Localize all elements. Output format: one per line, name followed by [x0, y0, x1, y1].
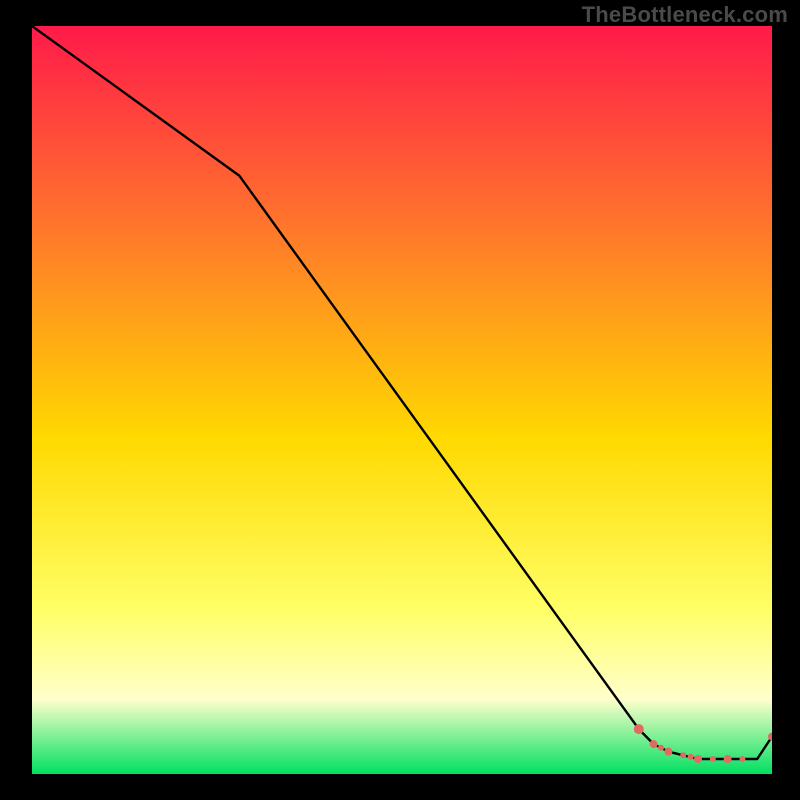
data-point	[688, 754, 694, 760]
watermark-text: TheBottleneck.com	[582, 2, 788, 28]
data-point	[724, 755, 732, 763]
chart-frame: TheBottleneck.com	[0, 0, 800, 800]
data-point	[650, 740, 658, 748]
data-point	[664, 748, 672, 756]
chart-svg	[32, 26, 772, 774]
data-point	[710, 756, 716, 762]
plot-area	[32, 26, 772, 774]
data-point	[658, 745, 664, 751]
data-point	[634, 724, 644, 734]
data-point	[694, 755, 702, 763]
data-point	[680, 752, 686, 758]
data-point	[739, 756, 745, 762]
